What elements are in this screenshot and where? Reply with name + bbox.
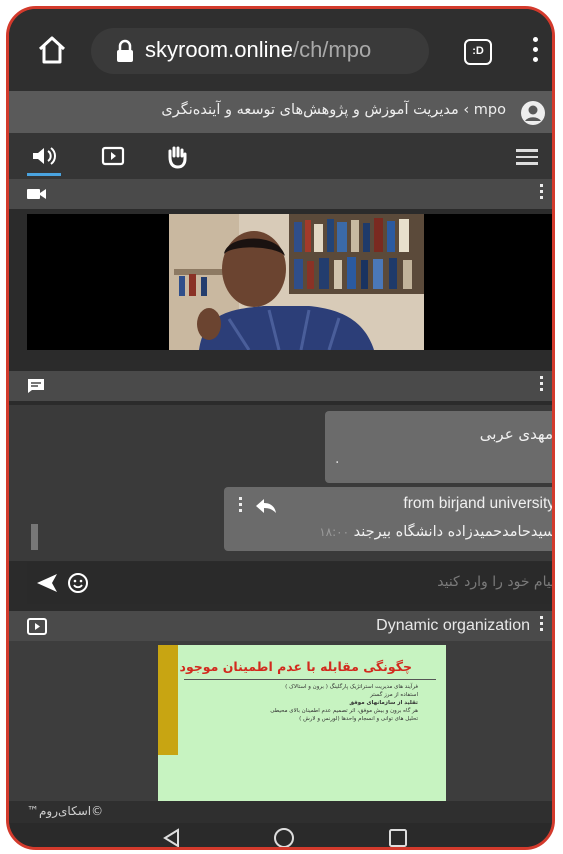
- room-toolbar: [9, 133, 552, 179]
- phone-frame: skyroom.online/ch/mpo :D mpo › مدیریت آم…: [6, 6, 555, 850]
- slide-heading: چگونگی مقابله با عدم اطمینان موجود: [179, 659, 412, 674]
- url-path: /ch/mpo: [292, 37, 372, 62]
- send-icon[interactable]: [35, 573, 59, 593]
- slide-bullet: فرآیند های مدیریت استراتژیک پارگلینگ ( ب…: [285, 684, 418, 690]
- message-time: ۱۸:۰۰: [319, 525, 350, 539]
- presentation-title: Dynamic organization: [376, 617, 530, 634]
- slide-bullets: فرآیند های مدیریت استراتژیک پارگلینگ ( ب…: [270, 683, 418, 723]
- home-icon[interactable]: [35, 33, 69, 67]
- slide-accent-strip: [158, 645, 178, 755]
- hamburger-menu-icon[interactable]: [516, 149, 538, 169]
- slide-bullet: تقلید از سازمانهای موفق: [349, 700, 418, 706]
- camera-icon: [27, 189, 46, 199]
- presentation-slide[interactable]: چگونگی مقابله با عدم اطمینان موجود فرآین…: [158, 645, 446, 801]
- url-text[interactable]: skyroom.online/ch/mpo: [145, 37, 371, 63]
- url-host: skyroom.online: [145, 37, 293, 62]
- back-icon[interactable]: [161, 827, 183, 849]
- reply-icon[interactable]: [255, 498, 277, 514]
- browser-menu-icon[interactable]: [533, 37, 539, 65]
- slide-bullet: تحلیل های توانی و انسجام واحدها (لورنس و…: [299, 716, 418, 722]
- room-title: mpo › مدیریت آموزش و پژوهش‌های توسعه و آ…: [161, 102, 506, 118]
- room-header: mpo › مدیریت آموزش و پژوهش‌های توسعه و آ…: [9, 91, 552, 133]
- recents-icon[interactable]: [387, 827, 409, 849]
- message-text: .: [335, 451, 340, 467]
- chat-panel-menu-icon[interactable]: [540, 376, 544, 394]
- chat-input[interactable]: پیام خود را وارد کنید: [437, 574, 552, 590]
- home-button-icon[interactable]: [273, 827, 295, 849]
- chat-message: مهدی عربی .: [325, 411, 553, 483]
- speaker-icon[interactable]: [31, 145, 59, 167]
- slide-divider: [184, 679, 436, 680]
- browser-bar: skyroom.online/ch/mpo :D: [9, 9, 552, 91]
- message-text: سیدحامدحمیدزاده دانشگاه بیرجند ۱۸:۰۰: [319, 524, 555, 540]
- chat-message: from birjand university سیدحامدحمیدزاده …: [224, 487, 555, 551]
- chat-scrollbar[interactable]: [31, 524, 38, 550]
- emoji-icon[interactable]: [67, 572, 89, 594]
- slide-bullet: هر گاه برون و بیش موفق، اثر تصمیم عدم اط…: [270, 708, 418, 714]
- user-icon[interactable]: [520, 100, 546, 126]
- active-tab-indicator: [27, 173, 61, 176]
- video-panel-header: [9, 179, 552, 209]
- message-menu-icon[interactable]: [239, 497, 243, 515]
- chat-panel-header: [9, 371, 552, 401]
- chat-icon: [28, 379, 44, 393]
- raise-hand-icon[interactable]: [165, 145, 189, 169]
- brand-label: ©اسکای‌روم™: [27, 804, 104, 818]
- slide-bullet: استفاده از مرز گستر: [370, 692, 418, 698]
- presentation-menu-icon[interactable]: [540, 616, 544, 634]
- tab-switcher-button[interactable]: :D: [464, 39, 492, 65]
- chat-input-row: پیام خود را وارد کنید: [27, 562, 552, 604]
- presentation-icon[interactable]: [101, 145, 125, 167]
- participant-video: [169, 214, 424, 350]
- system-nav-bar: [9, 823, 552, 849]
- lock-icon: [117, 39, 133, 62]
- brand-footer: ©اسکای‌روم™: [9, 801, 552, 823]
- video-panel-menu-icon[interactable]: [540, 184, 544, 202]
- presentation-icon: [27, 618, 47, 635]
- message-body: سیدحامدحمیدزاده دانشگاه بیرجند: [353, 524, 555, 540]
- message-author: مهدی عربی: [479, 425, 553, 443]
- presentation-panel-header: Dynamic organization: [9, 611, 552, 641]
- message-from: from birjand university: [403, 495, 555, 512]
